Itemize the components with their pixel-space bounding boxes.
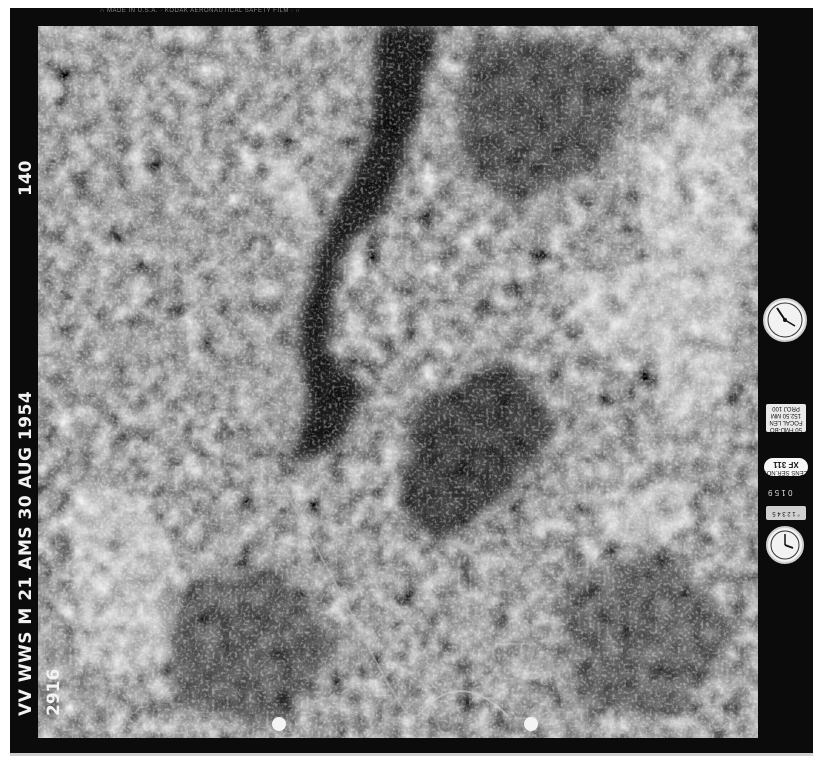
altitude-block: ° 1 2 3 4 5: [766, 506, 806, 520]
data-line: 50 FMD-BO: [770, 426, 803, 432]
lens-code: XF 311: [773, 460, 799, 469]
instrument-panel: 50 FMD-BO FOCAL LEN 152.50 MM PROJ 100 L…: [758, 26, 813, 738]
lens-label: LENS SER.NO. XF 311: [764, 458, 808, 476]
clock-gauge-icon: [766, 526, 804, 564]
film-bottom-edge: [10, 753, 813, 756]
counter-readout: 0 1 5 9: [768, 488, 793, 497]
frame-number: 140: [16, 160, 36, 197]
altimeter-gauge-icon: [763, 298, 807, 342]
lens-serial-label: LENS SER.NO.: [765, 469, 808, 475]
aerial-photo: [38, 26, 758, 738]
data-line: 152.50 MM: [771, 412, 802, 418]
film-edge-text: ∩ MADE IN U.S.A. · KODAK AERONAUTICAL SA…: [100, 8, 301, 14]
data-block: 50 FMD-BO FOCAL LEN 152.50 MM PROJ 100: [766, 404, 806, 432]
data-line: FOCAL LEN: [769, 419, 803, 425]
film-frame: ∩ MADE IN U.S.A. · KODAK AERONAUTICAL SA…: [10, 8, 813, 753]
mission-date-label: VV WWS M 21 AMS 30 AUG 1954: [16, 390, 36, 716]
data-line: PROJ 100: [772, 405, 800, 411]
registration-hole: [524, 717, 538, 731]
frame-code: 2916: [44, 668, 64, 716]
terrain-image: [38, 26, 758, 738]
registration-hole: [272, 717, 286, 731]
